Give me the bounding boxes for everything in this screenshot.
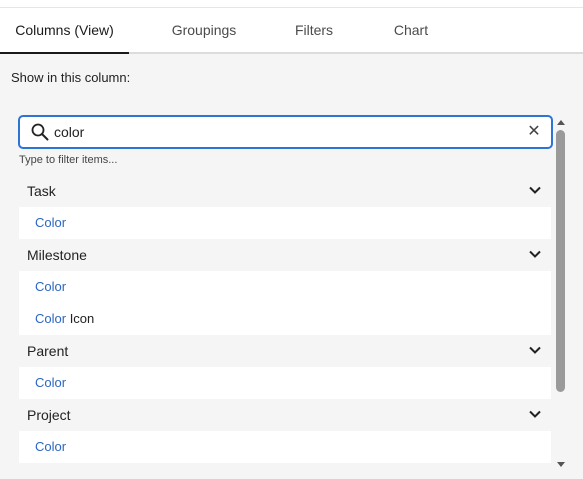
group-header-task[interactable]: Task bbox=[19, 175, 551, 207]
group-header-milestone[interactable]: Milestone bbox=[19, 239, 551, 271]
scroll-down-arrow-icon[interactable] bbox=[557, 462, 565, 467]
close-icon[interactable]: ✕ bbox=[525, 122, 543, 142]
tab-chart[interactable]: Chart bbox=[372, 8, 450, 52]
chevron-down-icon bbox=[529, 410, 541, 418]
group-label: Milestone bbox=[27, 247, 87, 263]
group-header-project[interactable]: Project bbox=[19, 399, 551, 431]
chevron-down-icon bbox=[529, 346, 541, 354]
top-border bbox=[0, 0, 583, 8]
chevron-down-icon bbox=[529, 250, 541, 258]
search-field[interactable]: ✕ bbox=[18, 115, 553, 149]
match-text: Color bbox=[35, 279, 67, 294]
item-text: Icon bbox=[66, 311, 95, 326]
columns-panel: Show in this column: ✕ Type to filter it… bbox=[0, 54, 583, 479]
search-input[interactable] bbox=[54, 122, 514, 142]
group-label: Task bbox=[27, 183, 56, 199]
group-label: Parent bbox=[27, 343, 69, 359]
tab-filters[interactable]: Filters bbox=[272, 8, 356, 52]
chevron-down-icon bbox=[529, 186, 541, 194]
search-hint: Type to filter items... bbox=[19, 154, 118, 166]
tab-bar: Columns (View) Groupings Filters Chart bbox=[0, 8, 583, 54]
list-item[interactable]: Color bbox=[19, 207, 551, 239]
section-heading: Show in this column: bbox=[11, 70, 131, 85]
scrollbar-thumb[interactable] bbox=[556, 130, 565, 392]
group-header-parent[interactable]: Parent bbox=[19, 335, 551, 367]
scroll-up-arrow-icon[interactable] bbox=[557, 120, 565, 125]
tab-columns-view[interactable]: Columns (View) bbox=[0, 8, 129, 54]
list-item[interactable]: Color Icon bbox=[19, 303, 551, 335]
match-text: Color bbox=[35, 375, 67, 390]
field-list: Task Color Milestone Color Color Icon Pa… bbox=[19, 175, 551, 463]
list-item[interactable]: Color bbox=[19, 271, 551, 303]
match-text: Color bbox=[35, 311, 67, 326]
list-item[interactable]: Color bbox=[19, 431, 551, 463]
tab-groupings[interactable]: Groupings bbox=[146, 8, 262, 52]
search-icon bbox=[31, 123, 49, 141]
match-text: Color bbox=[35, 215, 67, 230]
group-label: Project bbox=[27, 407, 71, 423]
list-item[interactable]: Color bbox=[19, 367, 551, 399]
match-text: Color bbox=[35, 439, 67, 454]
